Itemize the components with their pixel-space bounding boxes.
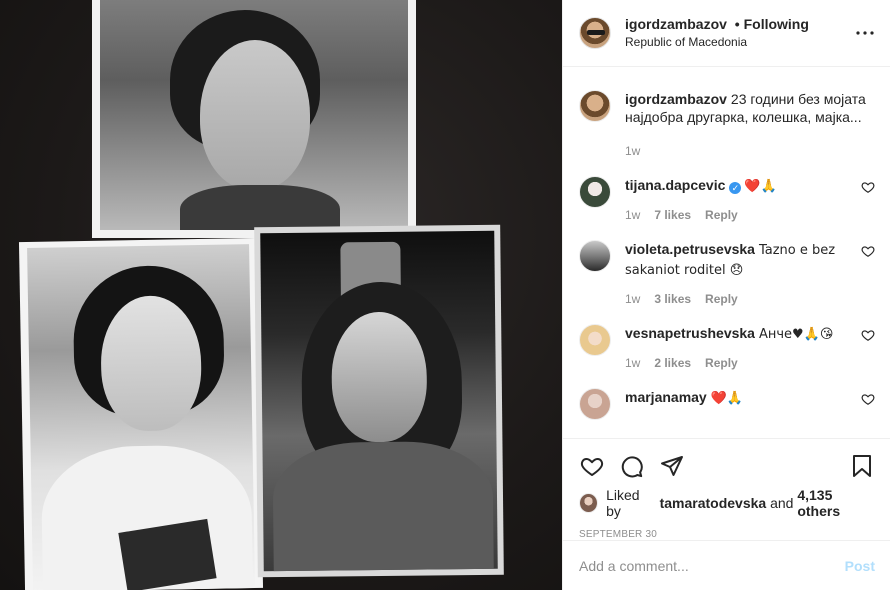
reply-button[interactable]: Reply bbox=[705, 290, 738, 308]
caption: igordzambazov 23 години без мојата најдоб… bbox=[579, 90, 875, 160]
likes-middle: and bbox=[770, 495, 794, 511]
comment-input[interactable] bbox=[579, 557, 845, 574]
post-modal: igordzambazov • Following Republic of Ma… bbox=[0, 0, 890, 590]
photo-print-top bbox=[92, 0, 416, 238]
avatar[interactable] bbox=[579, 176, 611, 208]
verified-icon: ✓ bbox=[729, 182, 742, 194]
comment-time[interactable]: 1w bbox=[625, 354, 640, 372]
heart-icon[interactable] bbox=[861, 244, 875, 258]
comment-text: Анче♥🙏😘 bbox=[758, 327, 834, 342]
avatar[interactable] bbox=[579, 388, 611, 420]
likes-summary[interactable]: Liked by tamaratodevska and 4,135 others bbox=[579, 487, 875, 519]
avatar[interactable] bbox=[579, 17, 611, 49]
post-photo[interactable] bbox=[0, 0, 562, 590]
avatar[interactable] bbox=[579, 493, 599, 513]
comment-text: ❤️🙏 bbox=[744, 179, 777, 194]
comment-icon[interactable] bbox=[619, 453, 645, 479]
heart-icon[interactable] bbox=[861, 180, 875, 194]
comment-text: ❤️🙏 bbox=[710, 391, 744, 406]
comment-item: vesnapetrushevska Анче♥🙏😘 1w 2 likes Repl… bbox=[579, 324, 875, 372]
caption-time[interactable]: 1w bbox=[625, 142, 640, 160]
reply-button[interactable]: Reply bbox=[705, 354, 738, 372]
comment-username[interactable]: vesnapetrushevska bbox=[625, 325, 755, 341]
reply-button[interactable]: Reply bbox=[705, 206, 738, 224]
post-location[interactable]: Republic of Macedonia bbox=[625, 33, 856, 51]
comment-likes[interactable]: 7 likes bbox=[654, 206, 691, 224]
follow-status[interactable]: • Following bbox=[735, 16, 809, 32]
comment-time[interactable]: 1w bbox=[625, 290, 640, 308]
liked-by-user[interactable]: tamaratodevska bbox=[660, 495, 767, 511]
comment-username[interactable]: tijana.dapcevic bbox=[625, 177, 725, 193]
comment-username[interactable]: marjanamay bbox=[625, 389, 707, 405]
post-sidebar: igordzambazov • Following Republic of Ma… bbox=[562, 0, 890, 590]
comment-item: marjanamay ❤️🙏 bbox=[579, 388, 875, 420]
comment-likes[interactable]: 3 likes bbox=[654, 290, 691, 308]
likes-count[interactable]: 4,135 others bbox=[797, 487, 875, 519]
avatar[interactable] bbox=[579, 324, 611, 356]
heart-icon[interactable] bbox=[579, 453, 605, 479]
comment-likes[interactable]: 2 likes bbox=[654, 354, 691, 372]
comment-time[interactable]: 1w bbox=[625, 206, 640, 224]
likes-prefix: Liked by bbox=[606, 487, 640, 519]
avatar[interactable] bbox=[579, 90, 611, 122]
comment-item: violeta.petrusevska Tazno e bez sakaniot … bbox=[579, 240, 875, 308]
heart-icon[interactable] bbox=[861, 328, 875, 342]
photo-print-left bbox=[18, 237, 264, 590]
post-actions: Liked by tamaratodevska and 4,135 others… bbox=[563, 438, 890, 540]
post-date[interactable]: September 30 bbox=[579, 529, 875, 540]
post-button[interactable]: Post bbox=[845, 558, 875, 574]
bookmark-icon[interactable] bbox=[849, 453, 875, 479]
heart-icon[interactable] bbox=[861, 392, 875, 406]
avatar[interactable] bbox=[579, 240, 611, 272]
author-username[interactable]: igordzambazov bbox=[625, 16, 727, 32]
add-comment-bar: Post bbox=[563, 540, 890, 590]
more-icon[interactable] bbox=[856, 24, 874, 42]
comment-item: tijana.dapcevic ✓ ❤️🙏 1w 7 likes Reply bbox=[579, 176, 875, 224]
comment-username[interactable]: violeta.petrusevska bbox=[625, 241, 755, 257]
post-header: igordzambazov • Following Republic of Ma… bbox=[563, 0, 890, 67]
comments-list[interactable]: igordzambazov 23 години без мојата најдоб… bbox=[563, 68, 890, 438]
caption-username[interactable]: igordzambazov bbox=[625, 91, 727, 107]
share-icon[interactable] bbox=[659, 453, 685, 479]
photo-print-right bbox=[254, 224, 504, 578]
